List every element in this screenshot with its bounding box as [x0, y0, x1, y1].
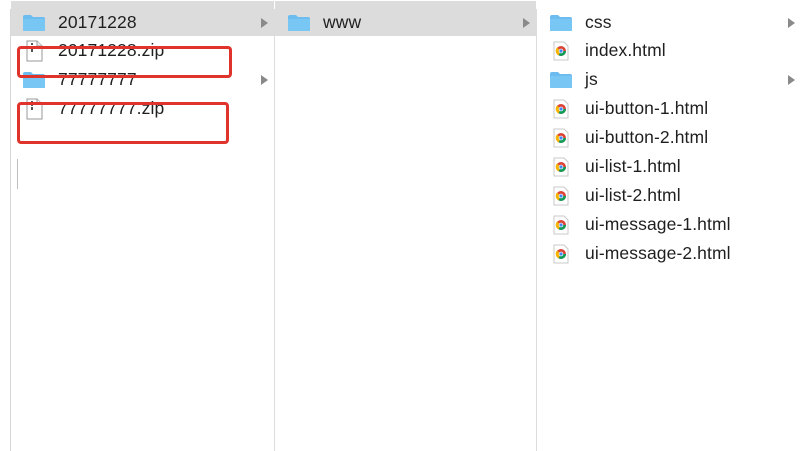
list-item-folder-77777777[interactable]: 77777777: [11, 65, 274, 94]
chrome-html-icon: [549, 186, 573, 206]
list-item-folder-www[interactable]: www: [275, 1, 536, 36]
zip-file-icon: [22, 40, 46, 61]
item-label: ui-message-2.html: [585, 243, 731, 263]
chrome-html-icon: [549, 41, 573, 61]
folder-icon: [549, 13, 573, 33]
list-item-file-ui-message-1[interactable]: ui-message-1.html: [537, 210, 800, 239]
item-label: www: [323, 12, 362, 32]
chrome-html-icon: [549, 244, 573, 264]
item-label: 77777777.zip: [58, 98, 165, 118]
item-label: css: [585, 12, 612, 32]
divider: [17, 159, 18, 189]
chevron-right-icon[interactable]: [261, 17, 268, 28]
item-label: index.html: [585, 40, 666, 60]
item-label: ui-list-2.html: [585, 185, 681, 205]
chevron-right-icon[interactable]: [788, 17, 795, 28]
column-3[interactable]: css index.html js ui-button-1.html ui-bu…: [537, 9, 800, 451]
list-item-file-ui-message-2[interactable]: ui-message-2.html: [537, 239, 800, 268]
item-label: ui-list-1.html: [585, 156, 681, 176]
item-label: 20171228.zip: [58, 40, 165, 60]
chrome-html-icon: [549, 128, 573, 148]
zip-file-icon: [22, 98, 46, 119]
chrome-html-icon: [549, 157, 573, 177]
column-2[interactable]: www: [275, 1, 537, 451]
list-item-file-ui-list-1[interactable]: ui-list-1.html: [537, 152, 800, 181]
chrome-html-icon: [549, 99, 573, 119]
folder-icon: [287, 13, 311, 33]
finder-column-browser: 20171228 20171228.zip 77777777 77777777.…: [10, 1, 800, 451]
chrome-html-icon: [549, 215, 573, 235]
chevron-right-icon[interactable]: [261, 74, 268, 85]
item-label: 20171228: [58, 12, 137, 32]
chevron-right-icon[interactable]: [523, 17, 530, 28]
list-item-file-index[interactable]: index.html: [537, 36, 800, 65]
list-item-file-ui-list-2[interactable]: ui-list-2.html: [537, 181, 800, 210]
folder-icon: [22, 13, 46, 33]
folder-icon: [22, 70, 46, 90]
item-label: ui-message-1.html: [585, 214, 731, 234]
folder-icon: [549, 70, 573, 90]
list-item-file-ui-button-2[interactable]: ui-button-2.html: [537, 123, 800, 152]
list-item-folder-css[interactable]: css: [537, 1, 800, 36]
list-item-zip-77777777[interactable]: 77777777.zip: [11, 94, 274, 123]
column-1[interactable]: 20171228 20171228.zip 77777777 77777777.…: [11, 1, 275, 451]
list-item-file-ui-button-1[interactable]: ui-button-1.html: [537, 94, 800, 123]
list-item-folder-20171228[interactable]: 20171228: [11, 1, 274, 36]
chevron-right-icon[interactable]: [788, 74, 795, 85]
item-label: ui-button-2.html: [585, 127, 709, 147]
list-item-folder-js[interactable]: js: [537, 65, 800, 94]
list-item-zip-20171228[interactable]: 20171228.zip: [11, 36, 274, 65]
item-label: ui-button-1.html: [585, 98, 709, 118]
item-label: 77777777: [58, 69, 137, 89]
item-label: js: [585, 69, 598, 89]
